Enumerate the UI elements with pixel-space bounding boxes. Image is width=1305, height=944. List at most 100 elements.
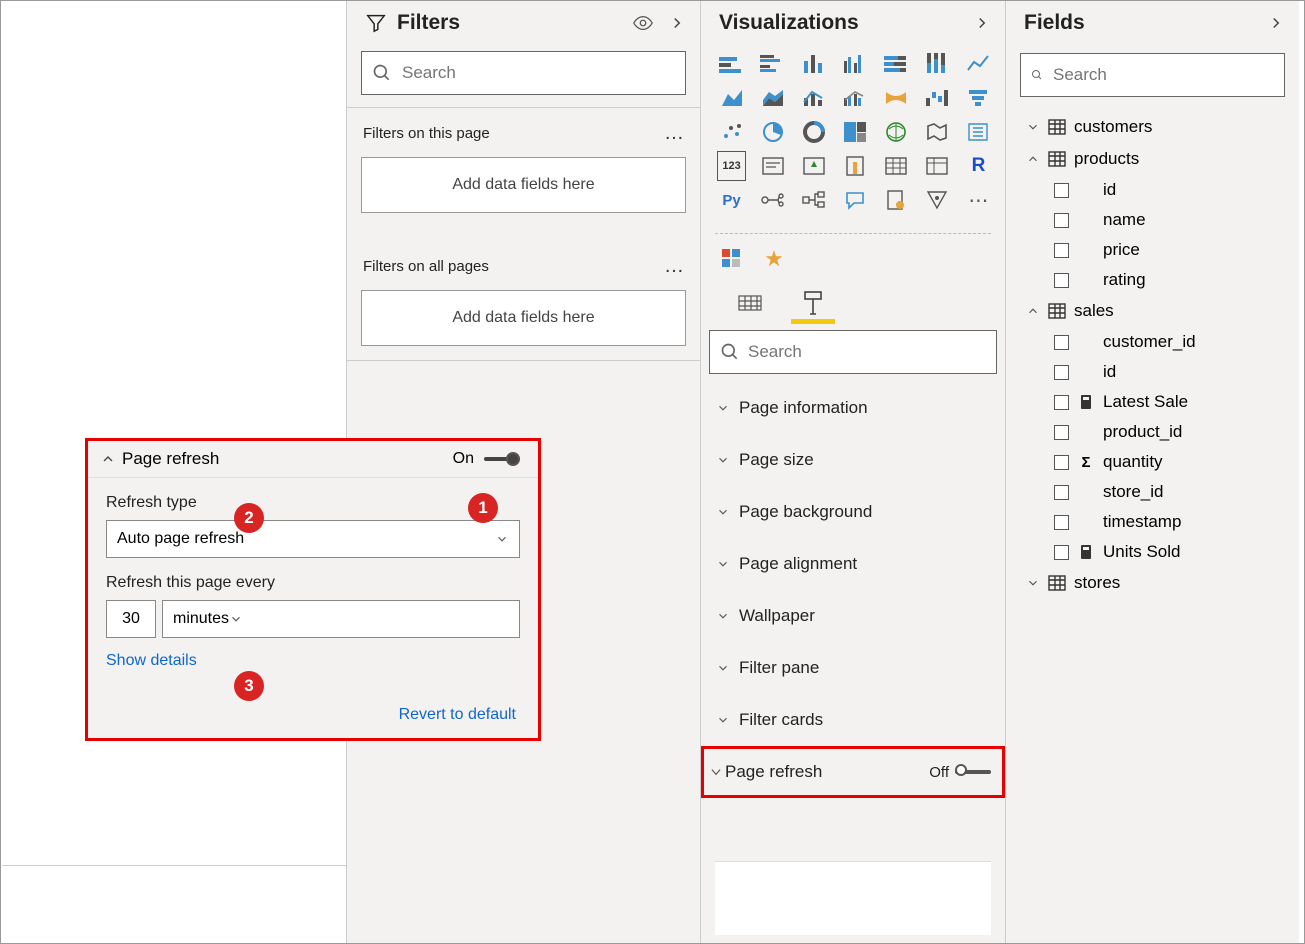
viz-custom-icon[interactable] xyxy=(923,185,952,215)
viz-scatter-icon[interactable] xyxy=(717,117,746,147)
format-page-refresh-state: Off xyxy=(929,764,949,781)
viz-card-icon[interactable] xyxy=(758,151,787,181)
checkbox[interactable] xyxy=(1054,545,1069,560)
viz-appsource-icon[interactable] xyxy=(717,244,747,274)
chevron-right-icon[interactable] xyxy=(1267,14,1285,32)
chevron-right-icon[interactable] xyxy=(973,14,991,32)
checkbox[interactable] xyxy=(1054,243,1069,258)
viz-pin-icon[interactable]: ★ xyxy=(759,244,789,274)
show-details-link[interactable]: Show details xyxy=(106,652,197,670)
chevron-right-icon[interactable] xyxy=(668,14,686,32)
refresh-interval-value[interactable]: 30 xyxy=(106,600,156,638)
viz-table-icon[interactable] xyxy=(882,151,911,181)
viz-line-icon[interactable] xyxy=(964,49,993,79)
chevron-up-icon[interactable] xyxy=(100,451,116,467)
field-products-price[interactable]: price xyxy=(1006,235,1299,265)
viz-key-influencers-icon[interactable] xyxy=(758,185,787,215)
viz-funnel-icon[interactable] xyxy=(964,83,993,113)
viz-ribbon-icon[interactable] xyxy=(882,83,911,113)
viz-100-bar-icon[interactable] xyxy=(882,49,911,79)
checkbox[interactable] xyxy=(1054,335,1069,350)
viz-donut-icon[interactable] xyxy=(799,117,828,147)
viz-qna-icon[interactable] xyxy=(840,185,869,215)
checkbox[interactable] xyxy=(1054,365,1069,380)
viz-line-column-icon[interactable] xyxy=(799,83,828,113)
viz-stacked-area-icon[interactable] xyxy=(758,83,787,113)
viz-more-icon[interactable]: ⋯ xyxy=(964,185,993,215)
field-products-rating[interactable]: rating xyxy=(1006,265,1299,295)
viz-decomposition-icon[interactable] xyxy=(799,185,828,215)
format-filter-cards[interactable]: Filter cards xyxy=(701,694,1005,746)
format-wallpaper[interactable]: Wallpaper xyxy=(701,590,1005,642)
more-icon[interactable]: … xyxy=(664,122,686,145)
field-sales-id[interactable]: id xyxy=(1006,357,1299,387)
viz-stacked-bar-icon[interactable] xyxy=(717,49,746,79)
viz-clustered-bar-icon[interactable] xyxy=(758,49,787,79)
viz-filled-map-icon[interactable] xyxy=(923,117,952,147)
filters-search[interactable] xyxy=(361,51,686,95)
viz-python-icon[interactable]: Py xyxy=(717,185,746,215)
field-sales-quantity[interactable]: Σquantity xyxy=(1006,447,1299,477)
filters-page-dropzone[interactable]: Add data fields here xyxy=(361,157,686,213)
viz-matrix-icon[interactable] xyxy=(923,151,952,181)
format-filter-pane[interactable]: Filter pane xyxy=(701,642,1005,694)
viz-format-tab[interactable] xyxy=(795,286,831,320)
filters-search-input[interactable] xyxy=(402,63,675,83)
refresh-interval-unit[interactable]: minutes xyxy=(162,600,520,638)
checkbox[interactable] xyxy=(1054,455,1069,470)
format-page-alignment[interactable]: Page alignment xyxy=(701,538,1005,590)
table-products[interactable]: products xyxy=(1006,143,1299,175)
checkbox[interactable] xyxy=(1054,485,1069,500)
table-stores[interactable]: stores xyxy=(1006,567,1299,599)
viz-slicer-icon[interactable] xyxy=(840,151,869,181)
viz-stacked-column-icon[interactable] xyxy=(799,49,828,79)
field-products-id[interactable]: id xyxy=(1006,175,1299,205)
fields-search-input[interactable] xyxy=(1053,65,1274,85)
search-icon xyxy=(372,63,392,83)
viz-100-column-icon[interactable] xyxy=(923,49,952,79)
viz-area-icon[interactable] xyxy=(717,83,746,113)
format-search[interactable] xyxy=(709,330,997,374)
field-sales-units-sold[interactable]: Units Sold xyxy=(1006,537,1299,567)
format-search-input[interactable] xyxy=(748,342,986,362)
checkbox[interactable] xyxy=(1054,425,1069,440)
checkbox[interactable] xyxy=(1054,395,1069,410)
refresh-type-select[interactable]: Auto page refresh xyxy=(106,520,520,558)
field-sales-timestamp[interactable]: timestamp xyxy=(1006,507,1299,537)
checkbox[interactable] xyxy=(1054,273,1069,288)
checkbox[interactable] xyxy=(1054,183,1069,198)
viz-paginated-icon[interactable] xyxy=(882,185,911,215)
table-sales[interactable]: sales xyxy=(1006,295,1299,327)
viz-line-clustered-column-icon[interactable] xyxy=(840,83,869,113)
viz-waterfall-icon[interactable] xyxy=(923,83,952,113)
toggle-on-icon[interactable] xyxy=(484,452,520,466)
table-customers[interactable]: customers xyxy=(1006,111,1299,143)
checkbox[interactable] xyxy=(1054,515,1069,530)
viz-shape-map-icon[interactable] xyxy=(964,117,993,147)
format-page-information[interactable]: Page information xyxy=(701,382,1005,434)
checkbox[interactable] xyxy=(1054,213,1069,228)
filters-allpages-dropzone[interactable]: Add data fields here xyxy=(361,290,686,346)
viz-map-icon[interactable] xyxy=(882,117,911,147)
toggle-off-icon[interactable] xyxy=(955,765,991,779)
format-page-background[interactable]: Page background xyxy=(701,486,1005,538)
filters-header: Filters xyxy=(347,1,700,45)
viz-kpi-icon[interactable] xyxy=(799,151,828,181)
field-sales-customer_id[interactable]: customer_id xyxy=(1006,327,1299,357)
field-sales-store_id[interactable]: store_id xyxy=(1006,477,1299,507)
viz-pie-icon[interactable] xyxy=(758,117,787,147)
viz-fields-tab[interactable] xyxy=(733,286,769,320)
revert-default-link[interactable]: Revert to default xyxy=(88,670,538,724)
viz-clustered-column-icon[interactable] xyxy=(840,49,869,79)
format-page-refresh[interactable]: Page refresh Off xyxy=(701,746,1005,798)
field-products-name[interactable]: name xyxy=(1006,205,1299,235)
field-sales-latest-sale[interactable]: Latest Sale xyxy=(1006,387,1299,417)
field-sales-product_id[interactable]: product_id xyxy=(1006,417,1299,447)
more-icon[interactable]: … xyxy=(664,255,686,278)
eye-icon[interactable] xyxy=(632,12,654,34)
format-page-size[interactable]: Page size xyxy=(701,434,1005,486)
viz-gauge-icon[interactable]: 123 xyxy=(717,151,746,181)
viz-treemap-icon[interactable] xyxy=(840,117,869,147)
viz-r-icon[interactable]: R xyxy=(964,151,993,181)
fields-search[interactable] xyxy=(1020,53,1285,97)
